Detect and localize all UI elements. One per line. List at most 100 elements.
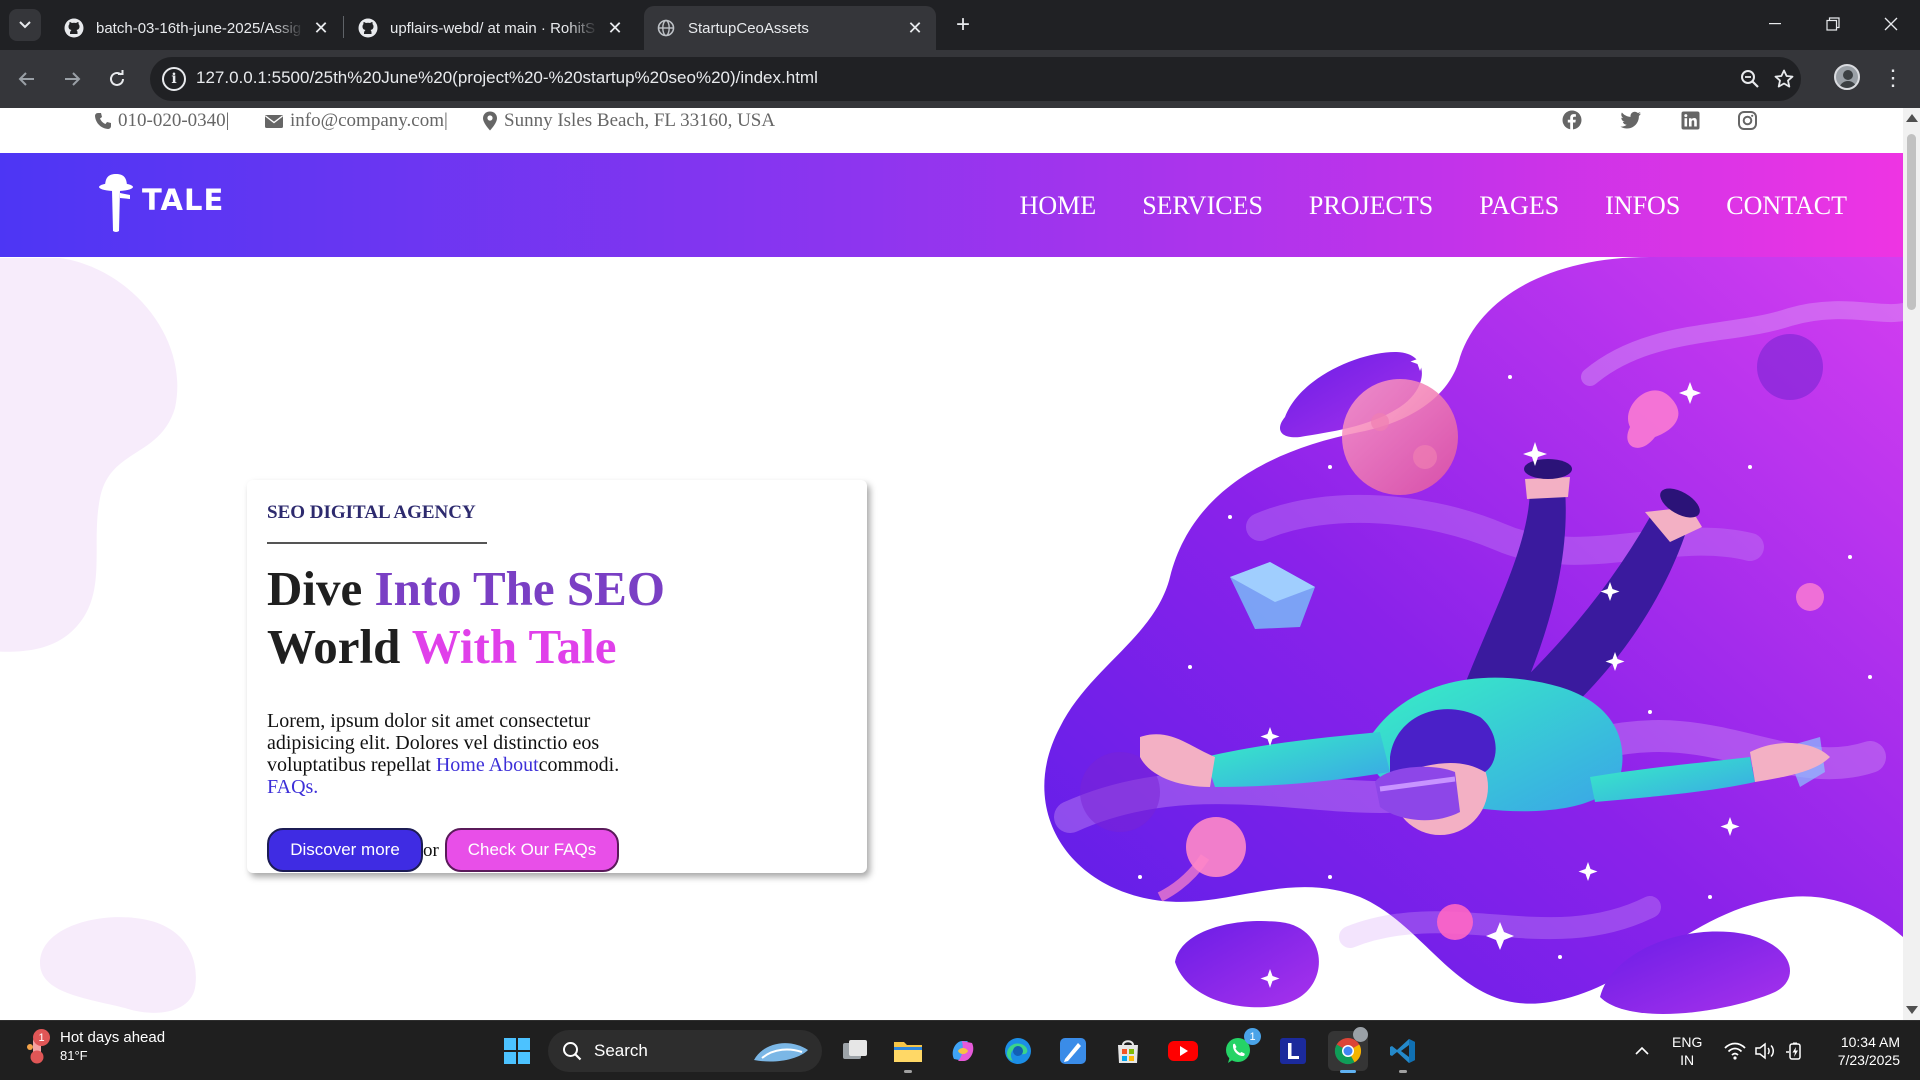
facebook-icon[interactable] (1560, 108, 1584, 132)
whatsapp-icon[interactable]: 1 (1218, 1028, 1261, 1071)
close-icon[interactable]: ✕ (312, 18, 330, 38)
show-hidden-icons-chevron[interactable] (1622, 1031, 1662, 1071)
nav-menu: HOME SERVICES PROJECTS PAGES INFOS CONTA… (1020, 191, 1847, 221)
decorative-blob-left (0, 258, 178, 652)
address-bar[interactable]: i 127.0.0.1:5500/25th%20June%20(project%… (150, 57, 1801, 101)
headline-line-1: Dive Into The SEO (267, 560, 665, 618)
tale-logo[interactable]: TALE (98, 173, 224, 233)
tab-title: batch-03-16th-june-2025/Assig (96, 19, 302, 37)
hero-eyebrow: SEO DIGITAL AGENCY (267, 502, 476, 523)
l-app-icon[interactable] (1273, 1031, 1313, 1071)
site-info-icon[interactable]: i (162, 67, 186, 91)
windows-taskbar: 1 Hot days ahead 81°F Search 1 ENG IN 10… (0, 1020, 1920, 1080)
tab-title: upflairs-webd/ at main · RohitS (390, 19, 596, 37)
github-icon (64, 18, 84, 38)
instagram-icon[interactable] (1735, 108, 1759, 132)
or-text: or (423, 840, 439, 861)
discover-more-button[interactable]: Discover more (267, 828, 423, 872)
youtube-icon[interactable] (1163, 1031, 1203, 1071)
paragraph-text: commodi. (538, 754, 620, 776)
headline-line-2: World With Tale (267, 618, 665, 676)
search-label: Search (594, 1041, 648, 1060)
scroll-up-icon[interactable] (1906, 114, 1918, 122)
language-indicator[interactable]: ENG IN (1672, 1033, 1702, 1069)
hero-paragraph: Lorem, ipsum dolor sit amet consectetur … (267, 710, 627, 798)
nav-contact[interactable]: CONTACT (1726, 191, 1847, 221)
reload-icon[interactable] (100, 62, 134, 96)
back-icon[interactable] (10, 62, 44, 96)
eyebrow-underline (267, 542, 487, 544)
address-text: Sunny Isles Beach, FL 33160, USA (504, 110, 776, 131)
more-menu-icon[interactable]: ⋮ (1880, 62, 1906, 94)
scroll-down-icon[interactable] (1906, 1006, 1918, 1014)
chevron-down-icon (19, 21, 31, 29)
tab-batch-03[interactable]: batch-03-16th-june-2025/Assig ✕ (52, 6, 342, 50)
faqs-link[interactable]: FAQs. (267, 776, 318, 798)
nav-infos[interactable]: INFOS (1605, 191, 1680, 221)
map-pin-icon (483, 111, 497, 131)
nav-home[interactable]: HOME (1020, 191, 1097, 221)
copilot-icon[interactable] (943, 1031, 983, 1071)
close-icon[interactable]: ✕ (606, 18, 624, 38)
weather-temp: 81°F (60, 1048, 88, 1063)
search-highlight-icon (754, 1043, 808, 1062)
headline-text: World (267, 619, 412, 674)
headline-accent: With Tale (411, 619, 617, 674)
restore-icon[interactable] (1804, 0, 1862, 48)
profile-avatar[interactable] (1834, 64, 1860, 90)
close-icon[interactable]: ✕ (906, 18, 924, 38)
tab-search-button[interactable] (9, 9, 41, 41)
weather-widget[interactable]: 1 Hot days ahead 81°F (24, 1029, 165, 1065)
pen-app-icon[interactable] (1053, 1031, 1093, 1071)
tab-startupceoassets[interactable]: StartupCeoAssets ✕ (644, 6, 936, 50)
check-faqs-button[interactable]: Check Our FAQs (445, 828, 619, 872)
hero-headline: Dive Into The SEO World With Tale (267, 560, 665, 676)
tab-upflairs-webd[interactable]: upflairs-webd/ at main · RohitS ✕ (346, 6, 636, 50)
tab-separator (343, 16, 344, 38)
zoom-icon[interactable] (1736, 65, 1764, 93)
edge-icon[interactable] (998, 1031, 1038, 1071)
page-scrollbar[interactable] (1903, 108, 1920, 1020)
search-icon (563, 1042, 582, 1061)
nav-projects[interactable]: PROJECTS (1309, 191, 1433, 221)
system-clock[interactable]: 10:34 AM 7/23/2025 (1826, 1033, 1900, 1069)
space-vr-illustration (1044, 257, 1903, 1016)
thermometer-icon: 1 (24, 1029, 52, 1065)
phone-number[interactable]: 010-020-0340| (118, 110, 229, 132)
main-navbar: TALE HOME SERVICES PROJECTS PAGES INFOS … (0, 153, 1903, 257)
minimize-icon[interactable] (1746, 0, 1804, 48)
email-address[interactable]: info@company.com| (290, 110, 448, 132)
bookmark-star-icon[interactable] (1770, 65, 1798, 93)
hero-card: SEO DIGITAL AGENCY Dive Into The SEO Wor… (247, 480, 867, 873)
nav-services[interactable]: SERVICES (1142, 191, 1263, 221)
tab-title: StartupCeoAssets (688, 19, 809, 37)
task-view-icon[interactable] (835, 1031, 875, 1071)
vscode-icon[interactable] (1383, 1031, 1423, 1073)
start-windows-icon[interactable] (497, 1031, 537, 1071)
whatsapp-badge: 1 (1244, 1028, 1261, 1045)
chrome-icon[interactable] (1328, 1027, 1368, 1073)
lang-primary: ENG (1672, 1034, 1703, 1050)
url-text[interactable]: 127.0.0.1:5500/25th%20June%20(project%20… (196, 68, 818, 88)
clock-date: 7/23/2025 (1837, 1052, 1900, 1068)
forward-icon[interactable] (55, 62, 89, 96)
new-tab-button[interactable]: + (948, 10, 978, 40)
battery-icon[interactable] (1775, 1031, 1815, 1071)
globe-icon (656, 18, 676, 38)
home-about-link[interactable]: Home About (436, 754, 539, 776)
twitter-icon[interactable] (1619, 108, 1643, 132)
weather-title: Hot days ahead (60, 1029, 166, 1046)
nav-pages[interactable]: PAGES (1479, 191, 1559, 221)
envelope-icon (265, 115, 283, 128)
close-window-icon[interactable] (1862, 0, 1920, 48)
decorative-blob-bottom (40, 917, 196, 1013)
linkedin-icon[interactable] (1678, 108, 1702, 132)
scroll-thumb[interactable] (1907, 134, 1916, 310)
logo-text: TALE (142, 183, 225, 217)
microsoft-store-icon[interactable] (1108, 1031, 1148, 1071)
headline-accent: Into The SEO (374, 561, 665, 616)
address-info: Sunny Isles Beach, FL 33160, USA (482, 110, 775, 132)
taskbar-search[interactable]: Search (548, 1030, 822, 1072)
file-explorer-icon[interactable] (888, 1031, 928, 1073)
lang-secondary: IN (1680, 1052, 1695, 1068)
